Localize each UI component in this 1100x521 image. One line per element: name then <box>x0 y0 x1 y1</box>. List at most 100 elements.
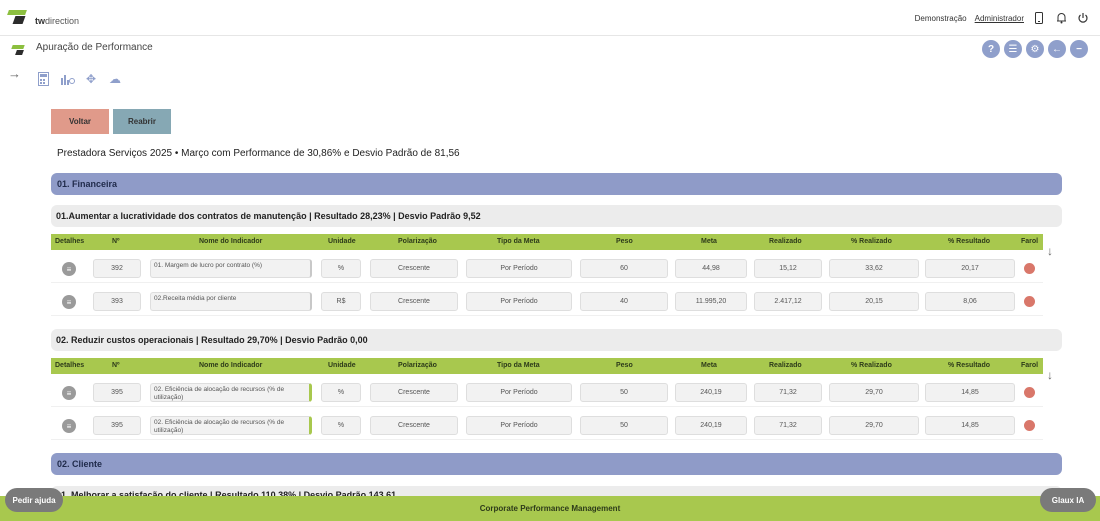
bell-icon[interactable] <box>1054 11 1068 25</box>
table-row: ≡ 395 02. Eficiência de alocação de recu… <box>51 379 1043 407</box>
move-icon[interactable]: ✥ <box>84 72 98 86</box>
indicator-number: 395 <box>93 416 141 435</box>
indicator-name[interactable]: 01. Margem de lucro por contrato (%) <box>150 259 312 278</box>
top-bar: twdirection Demonstração Administrador <box>0 0 1100 36</box>
indicator-name[interactable]: 02. Eficiência de alocação de recursos (… <box>150 383 312 402</box>
col-actual: Realizado <box>769 238 802 245</box>
objective-header[interactable]: 01.Aumentar a lucratividade dos contrato… <box>51 205 1062 227</box>
col-polarization: Polarização <box>398 362 437 369</box>
col-pct-result: % Resultado <box>948 238 991 245</box>
indicator-goal-type: Por Período <box>466 416 572 435</box>
indicator-weight: 50 <box>580 416 668 435</box>
col-details: Detalhes <box>55 238 85 245</box>
table-row: ≡ 395 02. Eficiência de alocação de recu… <box>51 412 1043 440</box>
indicator-actual: 15,12 <box>754 259 822 278</box>
ai-assistant-button[interactable]: Glaux IA <box>1040 488 1096 512</box>
scroll-down-arrow-icon[interactable]: ↓ <box>1047 244 1053 258</box>
indicator-goal: 11.995,20 <box>675 292 747 311</box>
footer-text: Corporate Performance Management <box>479 504 621 513</box>
logo-icon <box>11 44 28 56</box>
col-number: Nº <box>112 362 120 369</box>
section-financeira[interactable]: 01. Financeira <box>51 173 1062 195</box>
objective-header[interactable]: 01. Melhorar a satisfação do cliente | R… <box>51 486 1062 496</box>
footer: Corporate Performance Management <box>0 496 1100 521</box>
col-pct-actual: % Realizado <box>851 238 892 245</box>
col-indicator-name: Nome do Indicador <box>199 238 263 245</box>
indicator-goal: 44,98 <box>675 259 747 278</box>
col-goal-type: Tipo da Meta <box>497 238 540 245</box>
logo-text-bold: tw <box>35 16 45 26</box>
status-light <box>1024 387 1035 398</box>
indicator-pct-actual: 29,70 <box>829 383 919 402</box>
indicator-pct-result: 14,85 <box>925 383 1015 402</box>
col-number: Nº <box>112 238 120 245</box>
scroll-down-arrow-icon[interactable]: ↓ <box>1047 368 1053 382</box>
mode-label[interactable]: Demonstração <box>915 14 967 23</box>
indicator-name[interactable]: 02.Receita média por cliente <box>150 292 312 311</box>
expand-arrow-icon[interactable]: → <box>8 66 21 81</box>
col-pct-actual: % Realizado <box>851 362 892 369</box>
header-actions: ? ☰ ⚙ ← − <box>982 40 1088 58</box>
col-farol: Farol <box>1021 362 1039 369</box>
settings-icon[interactable]: ⚙ <box>1026 40 1044 58</box>
indicator-actual: 71,32 <box>754 383 822 402</box>
minus-icon[interactable]: − <box>1070 40 1088 58</box>
help-button[interactable]: Pedir ajuda <box>5 488 63 512</box>
col-pct-result: % Resultado <box>948 362 991 369</box>
indicator-pct-result: 14,85 <box>925 416 1015 435</box>
title-bar: Apuração de Performance <box>0 37 1100 63</box>
indicator-number: 393 <box>93 292 141 311</box>
indicator-name[interactable]: 02. Eficiência de alocação de recursos (… <box>150 416 312 435</box>
back-icon[interactable]: ← <box>1048 40 1066 58</box>
table-header: Detalhes Nº Nome do Indicador Unidade Po… <box>51 358 1043 374</box>
col-goal: Meta <box>701 362 717 369</box>
reopen-button[interactable]: Reabrir <box>113 109 171 134</box>
col-goal: Meta <box>701 238 717 245</box>
indicator-goal-type: Por Período <box>466 383 572 402</box>
indicator-polarization: Crescente <box>370 292 458 311</box>
back-button[interactable]: Voltar <box>51 109 109 134</box>
col-polarization: Polarização <box>398 238 437 245</box>
col-actual: Realizado <box>769 362 802 369</box>
calculator-icon[interactable] <box>36 72 50 86</box>
indicator-goal-type: Por Período <box>466 259 572 278</box>
indicator-unit: % <box>321 416 361 435</box>
chart-icon[interactable] <box>60 72 75 86</box>
status-light <box>1024 296 1035 307</box>
col-weight: Peso <box>616 362 633 369</box>
indicator-actual: 2.417,12 <box>754 292 822 311</box>
col-unit: Unidade <box>328 362 356 369</box>
indicator-weight: 50 <box>580 383 668 402</box>
details-icon[interactable]: ≡ <box>62 262 76 276</box>
section-cliente[interactable]: 02. Cliente <box>51 453 1062 475</box>
indicator-pct-result: 8,06 <box>925 292 1015 311</box>
indicator-goal: 240,19 <box>675 416 747 435</box>
status-light <box>1024 263 1035 274</box>
list-icon[interactable]: ☰ <box>1004 40 1022 58</box>
status-light <box>1024 420 1035 431</box>
user-menu: Demonstração Administrador <box>915 11 1090 25</box>
objective-header[interactable]: 02. Reduzir custos operacionais | Result… <box>51 329 1062 351</box>
indicator-pct-actual: 33,62 <box>829 259 919 278</box>
details-icon[interactable]: ≡ <box>62 386 76 400</box>
indicator-polarization: Crescente <box>370 383 458 402</box>
logo-icon <box>7 8 32 26</box>
indicator-goal: 240,19 <box>675 383 747 402</box>
objective-header-clip: 01. Melhorar a satisfação do cliente | R… <box>51 486 1062 496</box>
toolbar: ✥ ☁ <box>36 72 122 86</box>
phone-icon[interactable] <box>1032 11 1046 25</box>
col-goal-type: Tipo da Meta <box>497 362 540 369</box>
indicator-polarization: Crescente <box>370 259 458 278</box>
cloud-icon[interactable]: ☁ <box>108 72 122 86</box>
details-icon[interactable]: ≡ <box>62 295 76 309</box>
col-farol: Farol <box>1021 238 1039 245</box>
logo-text: direction <box>45 16 80 26</box>
power-icon[interactable] <box>1076 11 1090 25</box>
indicator-unit: % <box>321 259 361 278</box>
user-link[interactable]: Administrador <box>975 14 1024 23</box>
brand-logo[interactable]: twdirection <box>7 8 80 26</box>
help-icon[interactable]: ? <box>982 40 1000 58</box>
table-row: ≡ 392 01. Margem de lucro por contrato (… <box>51 255 1043 283</box>
details-icon[interactable]: ≡ <box>62 419 76 433</box>
indicator-polarization: Crescente <box>370 416 458 435</box>
